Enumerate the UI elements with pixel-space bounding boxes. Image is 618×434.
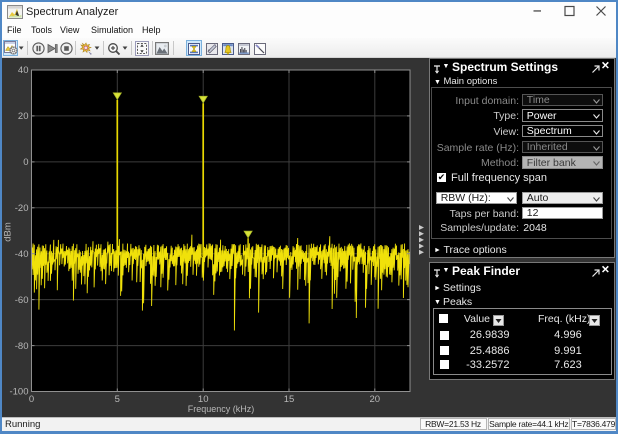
svg-text:0: 0 bbox=[29, 394, 34, 405]
svg-text:-40: -40 bbox=[15, 249, 29, 260]
svg-text:dBm: dBm bbox=[3, 222, 14, 242]
svg-text:15: 15 bbox=[284, 394, 295, 405]
svg-text:5: 5 bbox=[115, 394, 120, 405]
svg-text:40: 40 bbox=[18, 65, 29, 76]
svg-text:-20: -20 bbox=[15, 203, 29, 214]
svg-text:-60: -60 bbox=[15, 295, 29, 306]
svg-text:20: 20 bbox=[370, 394, 381, 405]
svg-text:-100: -100 bbox=[9, 387, 28, 398]
svg-text:Frequency (kHz): Frequency (kHz) bbox=[188, 404, 255, 414]
svg-text:-80: -80 bbox=[15, 341, 29, 352]
svg-text:20: 20 bbox=[18, 111, 29, 122]
svg-text:0: 0 bbox=[23, 157, 28, 168]
